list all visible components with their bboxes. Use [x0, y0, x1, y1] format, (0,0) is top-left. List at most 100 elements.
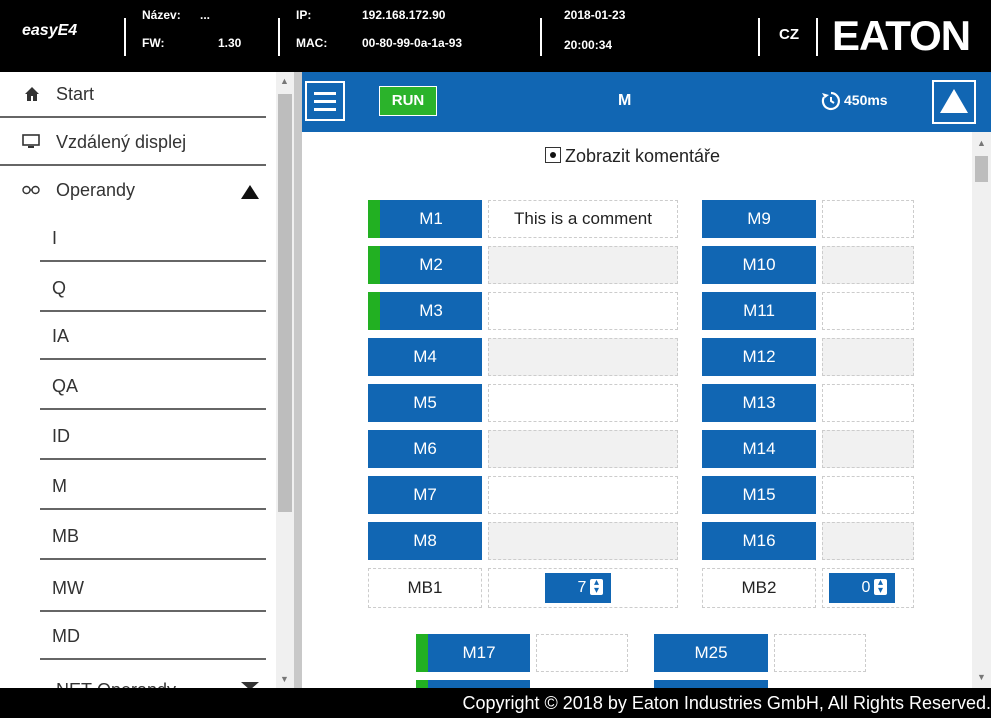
sidebar-subitem-mw[interactable]: MW	[0, 566, 266, 612]
sidebar-subitem-label: IA	[52, 326, 70, 346]
marker-m17[interactable]: M17	[416, 634, 530, 672]
marker-m14[interactable]: M14	[702, 430, 816, 468]
marker-next-row[interactable]	[416, 680, 530, 688]
menu-icon-bar	[314, 92, 336, 95]
comment-m16[interactable]	[822, 522, 914, 560]
comment-m11[interactable]	[822, 292, 914, 330]
marker-next-row[interactable]	[654, 680, 768, 688]
marker-m15[interactable]: M15	[702, 476, 816, 514]
scroll-up-icon[interactable]: ▲	[977, 138, 986, 148]
divider	[40, 658, 266, 660]
comment-m12[interactable]	[822, 338, 914, 376]
comment-m17[interactable]	[536, 634, 628, 672]
scroll-down-icon[interactable]: ▼	[280, 674, 289, 684]
sidebar-item-label: Operandy	[56, 180, 136, 200]
marker-m2[interactable]: M2	[368, 246, 482, 284]
comment-m9[interactable]	[822, 200, 914, 238]
sidebar-subitem-md[interactable]: MD	[0, 614, 266, 660]
divider	[40, 408, 266, 410]
show-comments-label: Zobrazit komentáře	[565, 146, 721, 166]
menu-button[interactable]	[305, 81, 345, 121]
sidebar-item-start[interactable]: Start	[0, 72, 266, 118]
language-selector[interactable]: CZ	[779, 26, 799, 43]
monitor-icon	[22, 134, 40, 148]
comment-m15[interactable]	[822, 476, 914, 514]
marker-m9[interactable]: M9	[702, 200, 816, 238]
sidebar-subitem-m[interactable]: M	[0, 464, 266, 510]
sidebar-item-label: Vzdálený displej	[56, 132, 187, 152]
stepper-arrows-icon[interactable]: ▴ ▾	[590, 578, 603, 596]
sidebar-item-remote-display[interactable]: Vzdálený displej	[0, 120, 266, 166]
sidebar-subitem-label: MW	[52, 578, 84, 598]
refresh-timer-icon[interactable]	[820, 90, 842, 112]
pane-divider[interactable]	[294, 72, 302, 688]
divider	[0, 116, 266, 118]
divider	[40, 310, 266, 312]
sidebar-subitem-qa[interactable]: QA	[0, 364, 266, 410]
marker-m12[interactable]: M12	[702, 338, 816, 376]
mb2-field: 0 ▴ ▾	[822, 568, 914, 608]
refresh-interval[interactable]: 450ms	[844, 92, 888, 108]
collapse-arrow-icon[interactable]	[240, 184, 260, 200]
comment-m4[interactable]	[488, 338, 678, 376]
marker-m5[interactable]: M5	[368, 384, 482, 422]
marker-m1[interactable]: M1	[368, 200, 482, 238]
mb1-value: 7	[577, 579, 587, 596]
sidebar-subitem-i[interactable]: I	[0, 216, 266, 262]
mb1-stepper[interactable]: 7 ▴ ▾	[545, 573, 611, 603]
mb2-stepper[interactable]: 0 ▴ ▾	[829, 573, 895, 603]
divider	[40, 610, 266, 612]
show-comments-checkbox[interactable]: Zobrazit komentáře	[545, 146, 720, 167]
sidebar-subitem-ia[interactable]: IA	[0, 314, 266, 360]
scroll-down-icon[interactable]: ▼	[977, 672, 986, 682]
comment-m25[interactable]	[774, 634, 866, 672]
comment-m5[interactable]	[488, 384, 678, 422]
comment-m10[interactable]	[822, 246, 914, 284]
marker-m4[interactable]: M4	[368, 338, 482, 376]
comment-m1[interactable]: This is a comment	[488, 200, 678, 238]
comment-m2[interactable]	[488, 246, 678, 284]
marker-m7[interactable]: M7	[368, 476, 482, 514]
comment-m14[interactable]	[822, 430, 914, 468]
home-icon	[25, 87, 39, 101]
marker-m6[interactable]: M6	[368, 430, 482, 468]
scroll-top-button[interactable]	[932, 80, 976, 124]
comment-m3[interactable]	[488, 292, 678, 330]
marker-m3[interactable]: M3	[368, 292, 482, 330]
menu-icon-bar	[314, 100, 336, 103]
sidebar-item-operands[interactable]: Operandy	[0, 168, 266, 214]
marker-m16[interactable]: M16	[702, 522, 816, 560]
header-divider	[816, 18, 818, 56]
marker-m11[interactable]: M11	[702, 292, 816, 330]
scroll-up-icon[interactable]: ▲	[280, 76, 289, 86]
sidebar-subitem-id[interactable]: ID	[0, 414, 266, 460]
scroll-thumb[interactable]	[975, 156, 988, 182]
mac-label: MAC:	[296, 36, 328, 50]
comment-m7[interactable]	[488, 476, 678, 514]
header-divider	[540, 18, 542, 56]
sidebar-subitem-q[interactable]: Q	[0, 266, 266, 312]
marker-m13[interactable]: M13	[702, 384, 816, 422]
sidebar-item-net-operands[interactable]: NET-Operandy	[0, 666, 266, 688]
expand-arrow-icon[interactable]	[240, 681, 260, 688]
footer: Copyright © 2018 by Eaton Industries Gmb…	[0, 688, 991, 718]
comment-m13[interactable]	[822, 384, 914, 422]
sidebar-subitem-mb[interactable]: MB	[0, 514, 266, 560]
marker-m8[interactable]: M8	[368, 522, 482, 560]
sidebar-scrollbar[interactable]: ▲ ▼	[276, 72, 294, 688]
sidebar-subitem-label: I	[52, 228, 58, 248]
glasses-icon	[22, 185, 40, 195]
comment-m6[interactable]	[488, 430, 678, 468]
main-scrollbar[interactable]: ▲ ▼	[972, 132, 991, 688]
sidebar-subitem-label: M	[52, 476, 67, 496]
comment-m8[interactable]	[488, 522, 678, 560]
marker-m10[interactable]: M10	[702, 246, 816, 284]
scroll-thumb[interactable]	[278, 94, 292, 512]
mac-value: 00-80-99-0a-1a-93	[362, 36, 463, 50]
stepper-arrows-icon[interactable]: ▴ ▾	[874, 578, 887, 596]
menu-icon-bar	[314, 108, 336, 111]
run-status-button[interactable]: RUN	[379, 86, 437, 116]
marker-m25[interactable]: M25	[654, 634, 768, 672]
divider	[40, 508, 266, 510]
checkbox-icon[interactable]	[545, 147, 561, 163]
